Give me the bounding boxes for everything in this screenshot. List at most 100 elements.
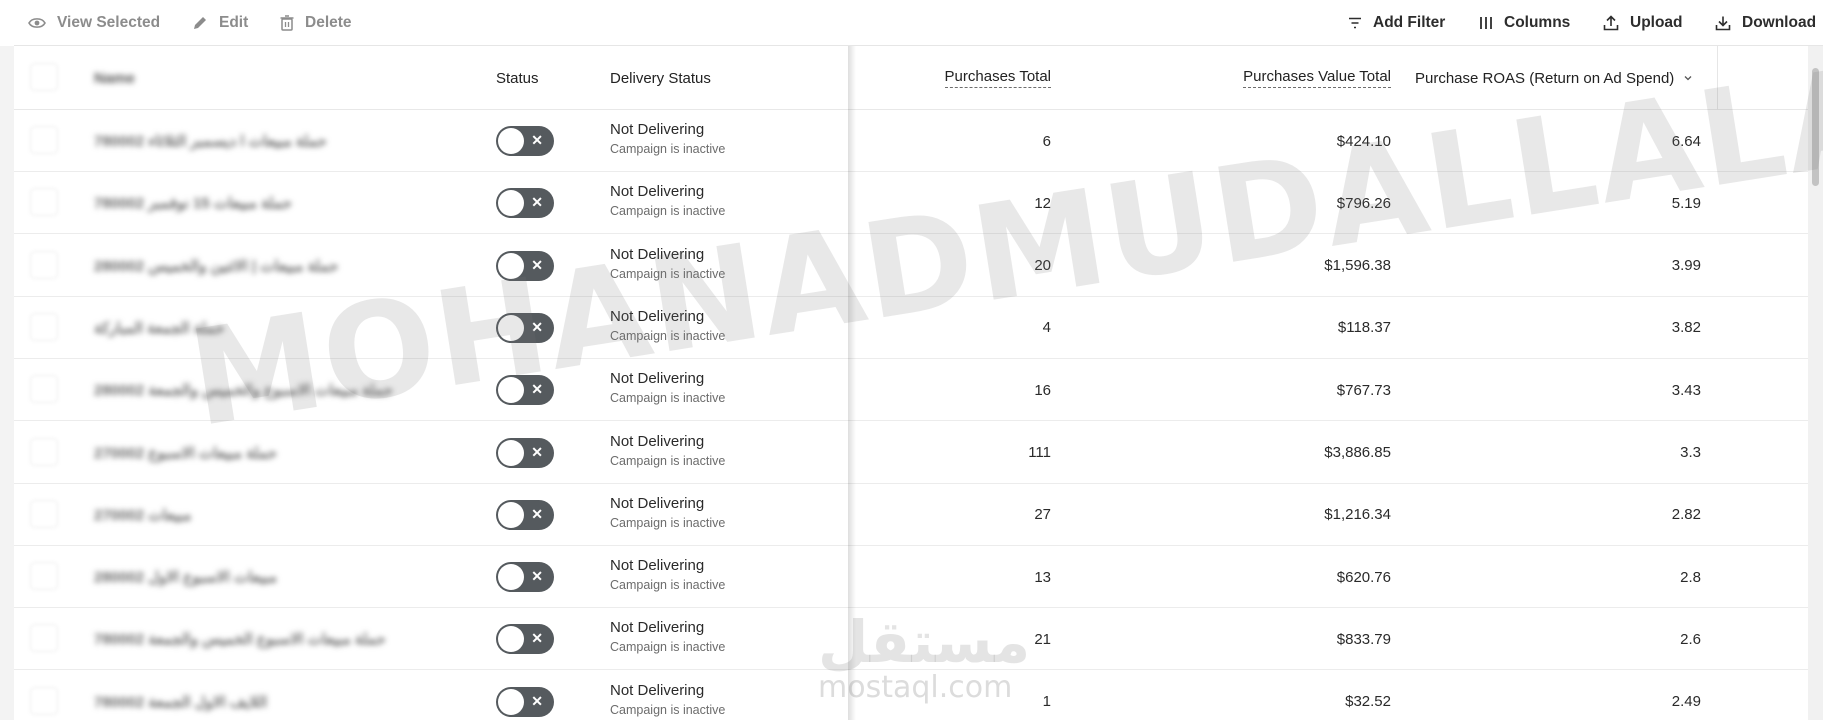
delivery-status: Not Delivering — [610, 183, 705, 201]
add-filter-button[interactable]: Add Filter — [1348, 0, 1445, 46]
campaign-name-cell[interactable]: مبيعات الاسبوع الاول 280002 — [94, 546, 434, 608]
purchases-total-cell: 4 — [1042, 319, 1051, 337]
campaign-name: حملة مبيعات | الاثنين والخميس 280002 — [94, 257, 339, 275]
toggle-knob — [498, 688, 524, 715]
campaign-name-cell[interactable]: حملة مبيعات ا ديسمبر الثلاثاء 780002 — [94, 110, 434, 172]
delivery-status: Not Delivering — [610, 432, 705, 450]
off-x-icon: ✕ — [531, 443, 543, 460]
header-purchases-value-total[interactable]: Purchases Value Total — [1114, 46, 1391, 110]
view-selected-button[interactable]: View Selected — [28, 0, 160, 46]
row-checkbox[interactable] — [30, 437, 58, 466]
delivery-substatus: Campaign is inactive — [610, 328, 726, 343]
table-row[interactable]: حملة مبيعات ا ديسمبر الثلاثاء 780002 ✕ N… — [14, 110, 1808, 172]
row-checkbox[interactable] — [30, 686, 58, 715]
purchase-roas-cell: 2.82 — [1671, 506, 1701, 524]
table-row[interactable]: حملة مبيعات الاسبوع والخميس والجمعة 2800… — [14, 359, 1808, 422]
upload-button[interactable]: Upload — [1603, 0, 1683, 46]
delivery-status-cell: Not Delivering Campaign is inactive — [610, 495, 810, 531]
row-checkbox[interactable] — [30, 562, 58, 591]
table-row[interactable]: حملة الجمعة المباركة ✕ Not Delivering Ca… — [14, 297, 1808, 359]
vertical-scrollbar[interactable] — [1808, 46, 1823, 720]
delivery-status-cell: Not Delivering Campaign is inactive — [610, 433, 810, 469]
header-name[interactable]: Name — [94, 46, 394, 110]
campaign-name-cell[interactable]: حملة مبيعات 15 نوفمبر 780002 — [94, 172, 434, 234]
table-row[interactable]: حملة مبيعات 15 نوفمبر 780002 ✕ Not Deliv… — [14, 172, 1808, 235]
campaign-name: حملة مبيعات ا ديسمبر الثلاثاء 780002 — [94, 133, 327, 150]
delivery-substatus: Campaign is inactive — [610, 391, 726, 406]
table-row[interactable]: حملة مبيعات | الاثنين والخميس 280002 ✕ N… — [14, 235, 1808, 297]
delivery-status: Not Delivering — [610, 619, 705, 637]
row-checkbox[interactable] — [30, 250, 58, 279]
campaign-name-cell[interactable]: اللايف الاول الجمعة 780002 — [94, 671, 434, 720]
download-button[interactable]: Download — [1715, 0, 1816, 46]
delivery-status: Not Delivering — [610, 494, 705, 512]
off-x-icon: ✕ — [531, 630, 543, 647]
purchases-value-cell: $796.26 — [1336, 194, 1391, 212]
status-toggle[interactable]: ✕ — [496, 437, 554, 468]
status-toggle[interactable]: ✕ — [496, 126, 554, 156]
campaign-name-cell[interactable]: حملة الجمعة المباركة — [94, 297, 434, 359]
row-checkbox[interactable] — [30, 624, 58, 653]
campaign-name-cell[interactable]: حملة مبيعات | الاثنين والخميس 280002 — [94, 235, 434, 297]
table-row[interactable]: حملة مبيعات الاسبوع الخميس والجمعة 78000… — [14, 608, 1808, 671]
toggle-knob — [498, 314, 524, 341]
delivery-substatus: Campaign is inactive — [610, 640, 726, 655]
status-toggle[interactable]: ✕ — [496, 250, 554, 281]
scrollbar-thumb[interactable] — [1812, 68, 1819, 186]
campaign-name-cell[interactable]: حملة مبيعات الاسبوع والخميس والجمعة 2800… — [94, 359, 434, 421]
status-toggle[interactable]: ✕ — [496, 624, 554, 655]
purchases-total-cell: 20 — [1034, 257, 1051, 275]
status-toggle[interactable]: ✕ — [496, 499, 554, 530]
status-toggle[interactable]: ✕ — [496, 188, 554, 219]
off-x-icon: ✕ — [531, 256, 543, 273]
table-row[interactable]: اللايف الاول الجمعة 780002 ✕ Not Deliver… — [14, 671, 1808, 720]
delete-button[interactable]: Delete — [280, 0, 352, 46]
campaign-name: حملة مبيعات الاسبوع والخميس والجمعة 2800… — [94, 382, 393, 400]
status-toggle[interactable]: ✕ — [496, 312, 554, 343]
edit-label: Edit — [219, 14, 249, 31]
header-delivery-status[interactable]: Delivery Status — [610, 46, 810, 110]
toggle-knob — [498, 501, 524, 528]
table-row[interactable]: مبيعات 270002 ✕ Not Delivering Campaign … — [14, 484, 1808, 546]
header-purchase-roas[interactable]: Purchase ROAS (Return on Ad Spend) — [1415, 46, 1715, 110]
purchases-value-cell: $620.76 — [1336, 568, 1391, 586]
row-checkbox[interactable] — [30, 188, 58, 217]
delivery-status-cell: Not Delivering Campaign is inactive — [610, 246, 810, 282]
off-x-icon: ✕ — [531, 505, 543, 522]
status-toggle[interactable]: ✕ — [496, 686, 554, 717]
status-toggle[interactable]: ✕ — [496, 375, 554, 406]
row-checkbox[interactable] — [30, 499, 58, 528]
eye-icon — [28, 18, 46, 28]
purchases-value-cell: $1,596.38 — [1324, 257, 1391, 275]
delivery-status: Not Delivering — [610, 121, 705, 138]
purchases-value-cell: $767.73 — [1336, 381, 1391, 399]
table-row[interactable]: حملة مبيعات الاسبوع 270002 ✕ Not Deliver… — [14, 422, 1808, 484]
select-all-checkbox[interactable] — [30, 63, 58, 91]
campaign-name-cell[interactable]: حملة مبيعات الاسبوع الخميس والجمعة 78000… — [94, 608, 434, 670]
delivery-substatus: Campaign is inactive — [610, 204, 726, 219]
campaign-name-cell[interactable]: حملة مبيعات الاسبوع 270002 — [94, 422, 434, 484]
purchases-total-cell: 27 — [1034, 506, 1051, 524]
header-purchases-total[interactable]: Purchases Total — [904, 46, 1051, 110]
table-row[interactable]: مبيعات الاسبوع الاول 280002 ✕ Not Delive… — [14, 546, 1808, 609]
header-status[interactable]: Status — [496, 46, 596, 110]
delivery-status-cell: Not Delivering Campaign is inactive — [610, 308, 810, 344]
status-toggle[interactable]: ✕ — [496, 562, 554, 593]
campaigns-table: Name Status Delivery Status Purchases To… — [14, 46, 1808, 720]
sort-desc-icon[interactable] — [1684, 75, 1692, 81]
row-checkbox[interactable] — [30, 375, 58, 404]
row-checkbox[interactable] — [30, 126, 58, 154]
delivery-status-cell: Not Delivering Campaign is inactive — [610, 370, 810, 406]
row-checkbox[interactable] — [30, 312, 58, 341]
delivery-status-cell: Not Delivering Campaign is inactive — [610, 183, 810, 219]
campaign-name-cell[interactable]: مبيعات 270002 — [94, 484, 434, 546]
toggle-knob — [498, 252, 524, 279]
off-x-icon: ✕ — [531, 194, 543, 211]
toggle-knob — [498, 439, 524, 466]
edit-button[interactable]: Edit — [192, 0, 248, 46]
columns-button[interactable]: Columns — [1479, 0, 1570, 46]
delivery-status: Not Delivering — [610, 557, 705, 575]
purchase-roas-cell: 3.43 — [1671, 381, 1701, 399]
purchases-total-cell: 111 — [1028, 444, 1051, 461]
purchase-roas-cell: 2.6 — [1680, 630, 1701, 648]
